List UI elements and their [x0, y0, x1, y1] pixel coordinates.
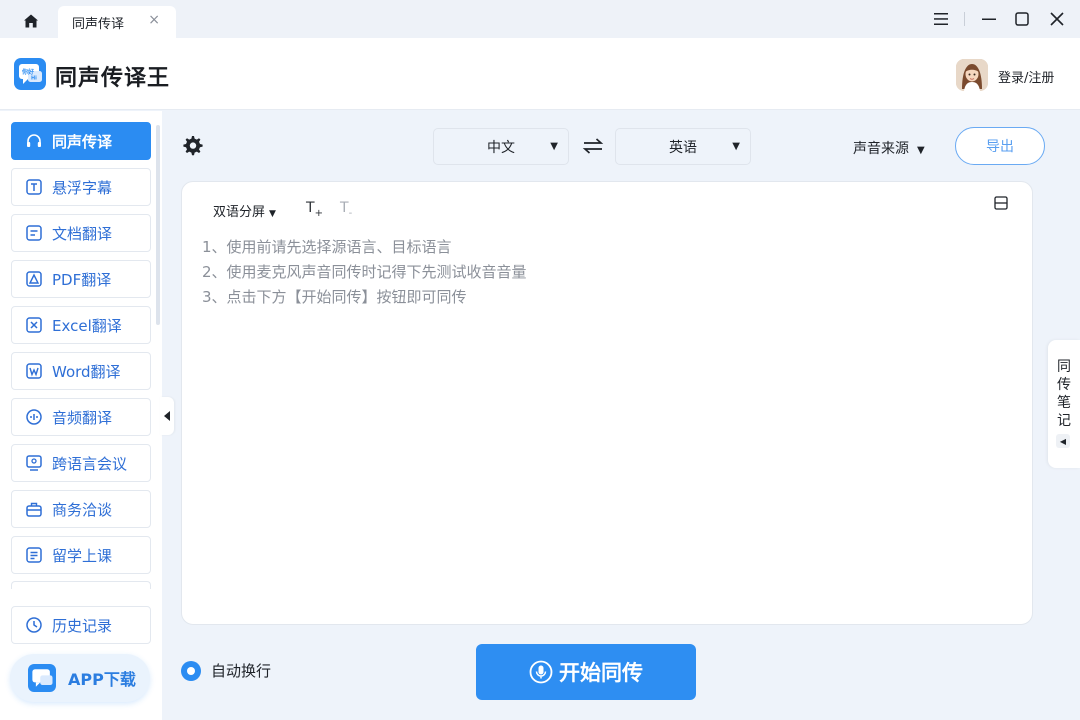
- transcript-panel: 双语分屏 ▼ T+ T- 1、使用前请先选择源语言、目标语言 2、使用麦克风声音同…: [181, 181, 1033, 625]
- clock-icon: [25, 616, 43, 634]
- sidebar-item-label: 留学上课: [52, 546, 113, 565]
- titlebar-divider: [964, 12, 965, 26]
- sidebar-item-business[interactable]: 商务洽谈: [11, 490, 151, 528]
- app-title: 同声传译王: [55, 66, 171, 91]
- sidebar-item-floating-subtitles[interactable]: 悬浮字幕: [11, 168, 151, 206]
- sidebar-item-label: 商务洽谈: [52, 500, 113, 519]
- minus-icon: -: [348, 207, 353, 219]
- swap-languages-icon[interactable]: [582, 136, 604, 156]
- close-window-button[interactable]: [1042, 6, 1072, 32]
- document-icon: [25, 224, 43, 242]
- sidebar-item-label: PDF翻译: [52, 270, 112, 289]
- split-label: 双语分屏: [213, 205, 266, 220]
- app-logo-icon: 你好 Hi: [14, 58, 46, 90]
- menu-button[interactable]: [926, 6, 956, 32]
- svg-text:Hi: Hi: [31, 76, 37, 82]
- font-increase-button[interactable]: T+: [306, 200, 323, 219]
- start-label: 开始同传: [559, 661, 643, 685]
- font-decrease-button[interactable]: T-: [340, 200, 352, 219]
- hint-line: 2、使用麦克风声音同传时记得下先测试收音音量: [202, 263, 527, 281]
- sidebar-item-label: 悬浮字幕: [52, 178, 113, 197]
- sidebar-item-label: 历史记录: [52, 616, 113, 635]
- sidebar-item-label: Word翻译: [52, 362, 121, 381]
- study-icon: [25, 546, 43, 564]
- auto-wrap-option[interactable]: 自动换行: [181, 660, 271, 681]
- bilingual-split-dropdown[interactable]: 双语分屏 ▼: [213, 201, 276, 220]
- app-download-button[interactable]: APP下载: [10, 654, 150, 702]
- notes-side-tab[interactable]: 同传笔记 ◀: [1048, 340, 1080, 468]
- sidebar-item-label: 文档翻译: [52, 224, 113, 243]
- caret-down-icon: ▼: [269, 209, 276, 219]
- caret-down-icon: ▼: [550, 141, 558, 152]
- sidebar-item-study[interactable]: 留学上课: [11, 536, 151, 574]
- minimize-button[interactable]: [974, 6, 1004, 32]
- sidebar-collapse-button[interactable]: [160, 397, 174, 435]
- tab-simultaneous[interactable]: 同声传译 ×: [58, 6, 176, 38]
- layout-toggle-icon[interactable]: [994, 196, 1008, 210]
- menu-icon: [934, 13, 948, 25]
- hint-line: 3、点击下方【开始同传】按钮即可同传: [202, 288, 467, 306]
- sidebar-item-pdf[interactable]: PDF翻译: [11, 260, 151, 298]
- plus-icon: +: [314, 207, 323, 219]
- sidebar-item-label: 同声传译: [52, 132, 113, 151]
- sidebar-item-audio[interactable]: 音频翻译: [11, 398, 151, 436]
- export-button[interactable]: 导出: [955, 127, 1045, 165]
- caret-down-icon: ▼: [732, 141, 740, 152]
- caret-left-icon: ◀: [1056, 434, 1070, 448]
- source-language-value: 中文: [487, 139, 515, 156]
- pdf-icon: [25, 270, 43, 288]
- target-language-value: 英语: [669, 139, 697, 156]
- home-button[interactable]: [14, 8, 48, 34]
- maximize-icon: [1015, 12, 1029, 26]
- sidebar-item-history[interactable]: 历史记录: [11, 606, 151, 644]
- source-language-select[interactable]: 中文 ▼: [433, 128, 569, 165]
- sidebar-item-label: Excel翻译: [52, 316, 122, 335]
- app-logo-icon: [28, 664, 56, 692]
- word-icon: [25, 362, 43, 380]
- auto-wrap-radio[interactable]: [181, 660, 201, 681]
- sidebar-item-label: 音频翻译: [52, 408, 113, 427]
- microphone-icon: [529, 660, 553, 684]
- caret-left-icon: [164, 411, 170, 421]
- notes-tab-label: 同传笔记: [1057, 359, 1071, 429]
- close-icon: [1050, 12, 1064, 26]
- caret-down-icon: ▼: [917, 145, 925, 156]
- sound-source-label: 声音来源: [853, 141, 909, 157]
- tab-label: 同声传译: [72, 16, 125, 32]
- sidebar-scrollbar[interactable]: [156, 125, 160, 325]
- avatar[interactable]: [956, 59, 988, 91]
- audio-icon: [25, 408, 43, 426]
- sidebar-item-partial: [11, 581, 151, 589]
- sidebar-item-excel[interactable]: Excel翻译: [11, 306, 151, 344]
- target-language-select[interactable]: 英语 ▼: [615, 128, 751, 165]
- business-icon: [25, 500, 43, 518]
- home-icon: [24, 14, 38, 28]
- sidebar-item-meeting[interactable]: 跨语言会议: [11, 444, 151, 482]
- gear-icon[interactable]: [182, 135, 204, 157]
- headphones-icon: [25, 132, 43, 150]
- tab-close-icon[interactable]: ×: [148, 12, 160, 28]
- sidebar-item-simultaneous[interactable]: 同声传译: [11, 122, 151, 160]
- excel-icon: [25, 316, 43, 334]
- sidebar: 同声传译 悬浮字幕 文档翻译 PDF翻译 Excel翻译 Word翻译 音频翻译…: [0, 111, 162, 720]
- login-register-link[interactable]: 登录/注册: [998, 67, 1054, 86]
- sidebar-item-document[interactable]: 文档翻译: [11, 214, 151, 252]
- sound-source-dropdown[interactable]: 声音来源 ▼: [853, 138, 925, 158]
- font-increase-label: T: [306, 200, 315, 216]
- app-download-label: APP下载: [68, 670, 136, 689]
- subtitle-icon: [25, 178, 43, 196]
- minimize-icon: [982, 18, 996, 20]
- auto-wrap-label: 自动换行: [211, 662, 272, 680]
- app-header: 你好 Hi 同声传译王 登录/注册: [0, 38, 1080, 110]
- meeting-icon: [25, 454, 43, 472]
- start-interpretation-button[interactable]: 开始同传: [476, 644, 696, 700]
- title-bar: 同声传译 ×: [0, 0, 1080, 38]
- sidebar-item-word[interactable]: Word翻译: [11, 352, 151, 390]
- maximize-button[interactable]: [1007, 6, 1037, 32]
- font-decrease-label: T: [340, 200, 349, 216]
- hint-line: 1、使用前请先选择源语言、目标语言: [202, 238, 452, 256]
- avatar-icon: [956, 59, 988, 91]
- sidebar-item-label: 跨语言会议: [52, 454, 128, 473]
